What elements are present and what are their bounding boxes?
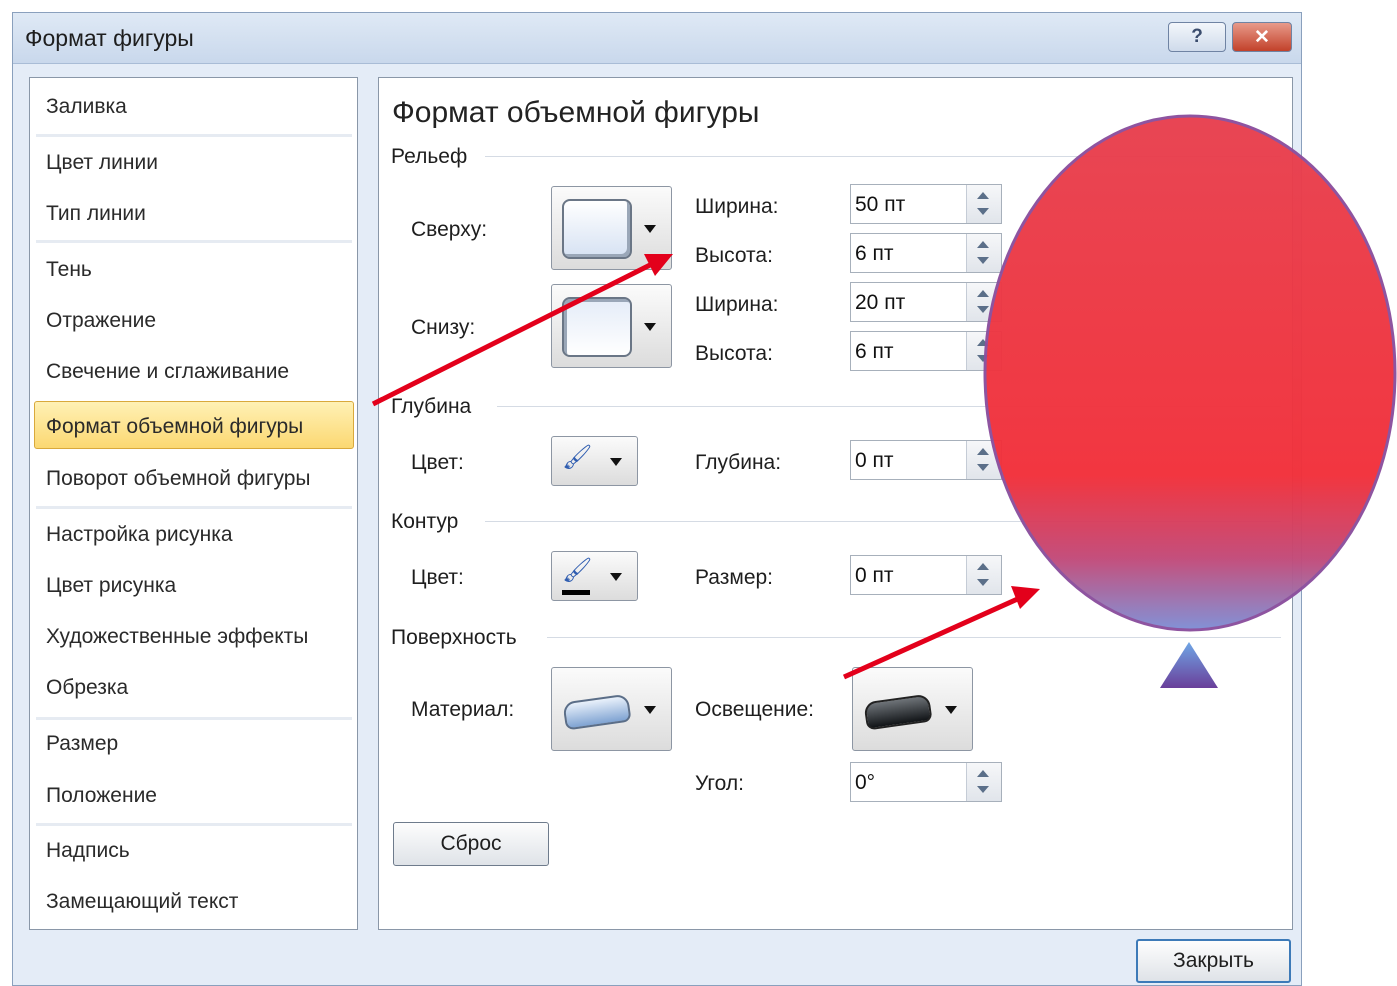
spin-buttons[interactable]	[966, 185, 1001, 223]
nav-item-picture-color[interactable]: Цвет рисунка	[46, 574, 176, 598]
lighting-picker[interactable]	[852, 667, 973, 751]
paint-bucket-icon: 🖌	[562, 444, 593, 471]
reset-button[interactable]: Сброс	[393, 822, 549, 866]
depth-spinner[interactable]: 0 пт	[850, 440, 1002, 480]
help-button[interactable]: ?	[1168, 22, 1226, 52]
nav-item-line-color[interactable]: Цвет линии	[46, 151, 158, 175]
chevron-down-icon	[644, 706, 656, 714]
nav-item-artistic-effects[interactable]: Художественные эффекты	[46, 625, 308, 649]
nav-item-text-box[interactable]: Надпись	[46, 839, 130, 863]
relief-top-width-value[interactable]: 50 пт	[855, 193, 905, 217]
title-bar: Формат фигуры ? ✕	[13, 13, 1301, 64]
section-depth: Глубина	[391, 395, 472, 418]
relief-bottom-width-value[interactable]: 20 пт	[855, 291, 905, 315]
chevron-down-icon	[644, 323, 656, 331]
dialog-title: Формат фигуры	[25, 25, 194, 51]
relief-top-label: Сверху:	[411, 218, 488, 241]
contour-color-picker[interactable]: 🖌	[551, 551, 638, 601]
relief-top-width-spinner[interactable]: 50 пт	[850, 184, 1002, 224]
nav-separator	[36, 717, 352, 720]
section-divider	[497, 406, 1281, 407]
relief-bottom-height-value[interactable]: 6 пт	[855, 340, 894, 364]
chevron-down-icon	[644, 225, 656, 233]
nav-separator	[36, 823, 352, 826]
nav-item-fill[interactable]: Заливка	[46, 95, 127, 119]
relief-bottom-width-spinner[interactable]: 20 пт	[850, 282, 1002, 322]
nav-item-position[interactable]: Положение	[46, 784, 157, 808]
nav-item-reflection[interactable]: Отражение	[46, 309, 156, 333]
relief-bottom-label: Снизу:	[411, 316, 476, 339]
depth-value[interactable]: 0 пт	[855, 449, 894, 473]
angle-spinner[interactable]: 0°	[850, 762, 1002, 802]
nav-separator	[36, 240, 352, 243]
close-window-button[interactable]: ✕	[1232, 22, 1292, 52]
section-divider	[485, 521, 1281, 522]
material-picker[interactable]	[551, 667, 672, 751]
lighting-preview-icon	[863, 693, 933, 731]
relief-bottom-height-label: Высота:	[695, 342, 773, 365]
section-surface: Поверхность	[391, 626, 517, 649]
spin-buttons[interactable]	[966, 441, 1001, 479]
close-button[interactable]: Закрыть	[1136, 939, 1291, 983]
panel-heading: Формат объемной фигуры	[392, 96, 760, 129]
nav-separator	[36, 134, 352, 137]
nav-item-3d-format[interactable]: Формат объемной фигуры	[46, 415, 303, 439]
contour-color-label: Цвет:	[411, 566, 464, 589]
nav-item-size[interactable]: Размер	[46, 732, 118, 756]
spin-buttons[interactable]	[966, 763, 1001, 801]
depth-label: Глубина:	[695, 451, 782, 474]
bevel-preview-icon	[562, 199, 632, 259]
nav-item-picture-corrections[interactable]: Настройка рисунка	[46, 523, 233, 547]
relief-top-height-spinner[interactable]: 6 пт	[850, 233, 1002, 273]
nav-item-crop[interactable]: Обрезка	[46, 676, 128, 700]
relief-top-picker[interactable]	[551, 186, 672, 270]
depth-color-label: Цвет:	[411, 451, 464, 474]
category-list: Заливка Цвет линии Тип линии Тень Отраже…	[29, 77, 358, 930]
contour-size-value[interactable]: 0 пт	[855, 564, 894, 588]
spin-buttons[interactable]	[966, 332, 1001, 370]
chevron-down-icon	[610, 573, 622, 581]
bevel-preview-icon	[562, 297, 632, 357]
relief-bottom-height-spinner[interactable]: 6 пт	[850, 331, 1002, 371]
format-shape-dialog: Формат фигуры ? ✕ Заливка Цвет линии Тип…	[12, 12, 1302, 986]
relief-top-height-value[interactable]: 6 пт	[855, 242, 894, 266]
lighting-label: Освещение:	[695, 698, 814, 721]
nav-item-glow-soft-edges[interactable]: Свечение и сглаживание	[46, 360, 289, 384]
section-divider	[547, 637, 1281, 638]
contour-size-label: Размер:	[695, 566, 774, 589]
spin-buttons[interactable]	[966, 283, 1001, 321]
chevron-down-icon	[945, 706, 957, 714]
relief-bottom-picker[interactable]	[551, 284, 672, 368]
angle-label: Угол:	[695, 772, 744, 795]
nav-separator	[36, 506, 352, 509]
angle-value[interactable]: 0°	[855, 771, 875, 795]
color-swatch	[562, 590, 590, 595]
nav-item-3d-rotation[interactable]: Поворот объемной фигуры	[46, 467, 311, 491]
relief-top-height-label: Высота:	[695, 244, 773, 267]
depth-color-picker[interactable]: 🖌	[551, 436, 638, 486]
material-label: Материал:	[411, 698, 515, 721]
chevron-down-icon	[610, 458, 622, 466]
material-preview-icon	[562, 693, 632, 731]
section-contour: Контур	[391, 510, 459, 533]
contour-size-spinner[interactable]: 0 пт	[850, 555, 1002, 595]
spin-buttons[interactable]	[966, 234, 1001, 272]
section-divider	[485, 156, 1281, 157]
settings-panel: Формат объемной фигуры Рельеф Сверху: Ши…	[378, 77, 1293, 930]
nav-item-alt-text[interactable]: Замещающий текст	[46, 890, 238, 914]
nav-item-shadow[interactable]: Тень	[46, 258, 92, 282]
relief-bottom-width-label: Ширина:	[695, 293, 779, 316]
section-relief: Рельеф	[391, 145, 468, 168]
relief-top-width-label: Ширина:	[695, 195, 779, 218]
paint-bucket-icon: 🖌	[562, 557, 593, 584]
spin-buttons[interactable]	[966, 556, 1001, 594]
nav-item-line-style[interactable]: Тип линии	[46, 202, 146, 226]
